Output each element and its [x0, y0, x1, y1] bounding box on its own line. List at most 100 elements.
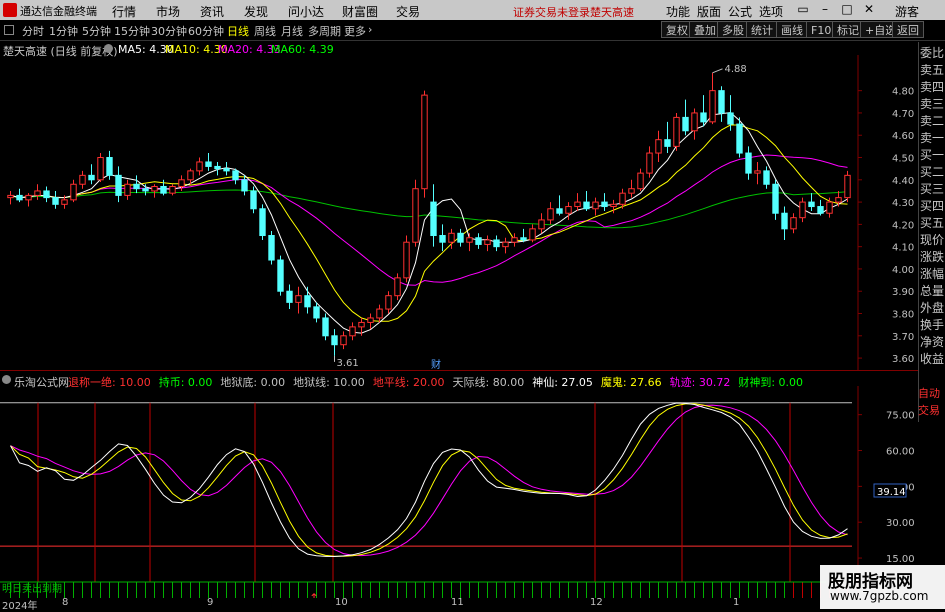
- menu-zixun[interactable]: 资讯: [200, 3, 224, 20]
- period-week[interactable]: 周线: [254, 23, 276, 39]
- menu-xuanxiang[interactable]: 选项: [759, 3, 783, 20]
- candle-up: [538, 219, 545, 230]
- candle-up: [574, 201, 581, 208]
- candle-down: [304, 295, 311, 308]
- candle-up: [79, 174, 86, 185]
- btn-tongji[interactable]: 统计: [746, 21, 778, 38]
- login-status[interactable]: 证券交易未登录: [513, 4, 590, 20]
- side-item[interactable]: 委比: [920, 44, 945, 62]
- trajectory-line: [10, 404, 848, 557]
- immortal-line: [10, 402, 848, 558]
- side-item[interactable]: 卖四: [920, 78, 945, 96]
- side-item[interactable]: 涨跌: [920, 248, 945, 266]
- app-logo-icon: [3, 3, 17, 17]
- side-item-lower[interactable]: 自动: [918, 385, 940, 401]
- side-item[interactable]: 卖五: [920, 61, 945, 79]
- menu-banmian[interactable]: 版面: [697, 3, 721, 20]
- y-tick-label: 4.70: [892, 109, 914, 120]
- candle-down: [313, 306, 320, 319]
- candle-up: [151, 185, 158, 192]
- period-more[interactable]: 更多: [344, 23, 366, 39]
- ma60-line: [10, 189, 848, 229]
- period-toolbar: 分时 1分钟 5分钟 15分钟 30分钟 60分钟 日线 周线 月线 多周期 更…: [0, 20, 945, 41]
- candle-down: [736, 123, 743, 154]
- menu-caifuquan[interactable]: 财富圈: [342, 3, 378, 20]
- menu-shichang[interactable]: 市场: [156, 3, 180, 20]
- chevron-right-icon[interactable]: ›: [368, 23, 372, 36]
- side-item[interactable]: 卖一: [920, 129, 945, 147]
- close-icon[interactable]: ✕: [862, 2, 876, 16]
- candle-down: [430, 201, 437, 237]
- candlestick-chart[interactable]: 4.80 4.70 4.60 4.50 4.40 4.30 4.20 4.10 4.00 3.90…: [0, 55, 918, 370]
- candle-up: [799, 201, 806, 219]
- btn-fanhui[interactable]: 返回: [892, 21, 924, 38]
- skin-icon[interactable]: ▭: [796, 2, 810, 16]
- menu-wenxiaoda[interactable]: 问小达: [288, 3, 324, 20]
- candle-up: [511, 237, 518, 243]
- side-item[interactable]: 外盘: [920, 299, 945, 317]
- period-month[interactable]: 月线: [281, 23, 303, 39]
- guest-label[interactable]: 游客: [895, 3, 919, 20]
- side-item[interactable]: 卖二: [920, 112, 945, 130]
- panel-divider: [0, 370, 918, 371]
- candle-down: [457, 232, 464, 243]
- period-30min[interactable]: 30分钟: [151, 23, 187, 39]
- bottom-label: 明日卖出到期: [2, 582, 62, 595]
- side-item[interactable]: 买二: [920, 163, 945, 181]
- checkbox-icon[interactable]: [4, 25, 14, 35]
- low-label: 3.61: [337, 358, 359, 369]
- btn-duogu[interactable]: 多股: [717, 21, 749, 38]
- side-item[interactable]: 买五: [920, 214, 945, 232]
- menu-gongneng[interactable]: 功能: [666, 3, 690, 20]
- candle-up: [295, 295, 302, 303]
- btn-huaxian[interactable]: 画线: [776, 21, 808, 38]
- maximize-icon[interactable]: □: [840, 2, 854, 16]
- period-fenshi[interactable]: 分时: [22, 23, 44, 39]
- side-item[interactable]: 现价: [920, 231, 945, 249]
- candle-up: [376, 308, 383, 319]
- candle-down: [241, 179, 248, 192]
- menu-hangqing[interactable]: 行情: [112, 3, 136, 20]
- menu-jiaoyi[interactable]: 交易: [396, 3, 420, 20]
- menu-faxian[interactable]: 发现: [244, 3, 268, 20]
- candle-down: [268, 235, 275, 261]
- period-5min[interactable]: 5分钟: [82, 23, 111, 39]
- x-label-12: 12: [590, 597, 603, 608]
- side-item[interactable]: 买一: [920, 146, 945, 164]
- high-pointer: [712, 68, 723, 74]
- side-item[interactable]: 收益: [920, 350, 945, 368]
- side-item[interactable]: 净资: [920, 333, 945, 351]
- period-multi[interactable]: 多周期: [308, 23, 341, 39]
- y-tick-label: 4.10: [892, 243, 914, 254]
- indicator-chart[interactable]: 75.0060.0045.0030.0015.0014:5614:5614:56…: [0, 386, 918, 598]
- side-item[interactable]: 涨幅: [920, 265, 945, 283]
- y-tick-label: 3.90: [892, 287, 914, 298]
- candle-up: [592, 201, 599, 210]
- candle-up: [25, 194, 32, 201]
- indicator-settings-icon[interactable]: [2, 375, 11, 384]
- candle-up: [691, 112, 698, 132]
- candle-up: [70, 183, 77, 201]
- candle-up: [34, 190, 41, 196]
- stock-name-top: 楚天高速: [590, 6, 634, 19]
- minimize-icon[interactable]: –: [818, 2, 832, 16]
- candle-up: [790, 217, 797, 230]
- menu-gongshi[interactable]: 公式: [728, 3, 752, 20]
- candle-up: [655, 139, 662, 154]
- side-item[interactable]: 换手: [920, 316, 945, 334]
- y-tick-label: 60.00: [886, 447, 915, 458]
- side-item[interactable]: 总量: [920, 282, 945, 300]
- current-value: 39.14: [877, 487, 906, 498]
- period-day[interactable]: 日线: [227, 23, 249, 39]
- x-label-10: 10: [335, 597, 348, 608]
- side-item[interactable]: 买三: [920, 180, 945, 198]
- settings-dot-icon[interactable]: [104, 44, 113, 53]
- side-item[interactable]: 卖三: [920, 95, 945, 113]
- y-tick-label: 4.80: [892, 87, 914, 98]
- period-60min[interactable]: 60分钟: [188, 23, 224, 39]
- quote-side-panel: 委比 卖五 卖四 卖三 卖二 卖一 买一 买二 买三 买四 买五 现价 涨跌 涨幅 总量 外盘 换手 净资 收益: [918, 42, 945, 422]
- side-item-lower[interactable]: 交易: [918, 402, 940, 418]
- period-1min[interactable]: 1分钟: [49, 23, 78, 39]
- side-item[interactable]: 买四: [920, 197, 945, 215]
- period-15min[interactable]: 15分钟: [114, 23, 150, 39]
